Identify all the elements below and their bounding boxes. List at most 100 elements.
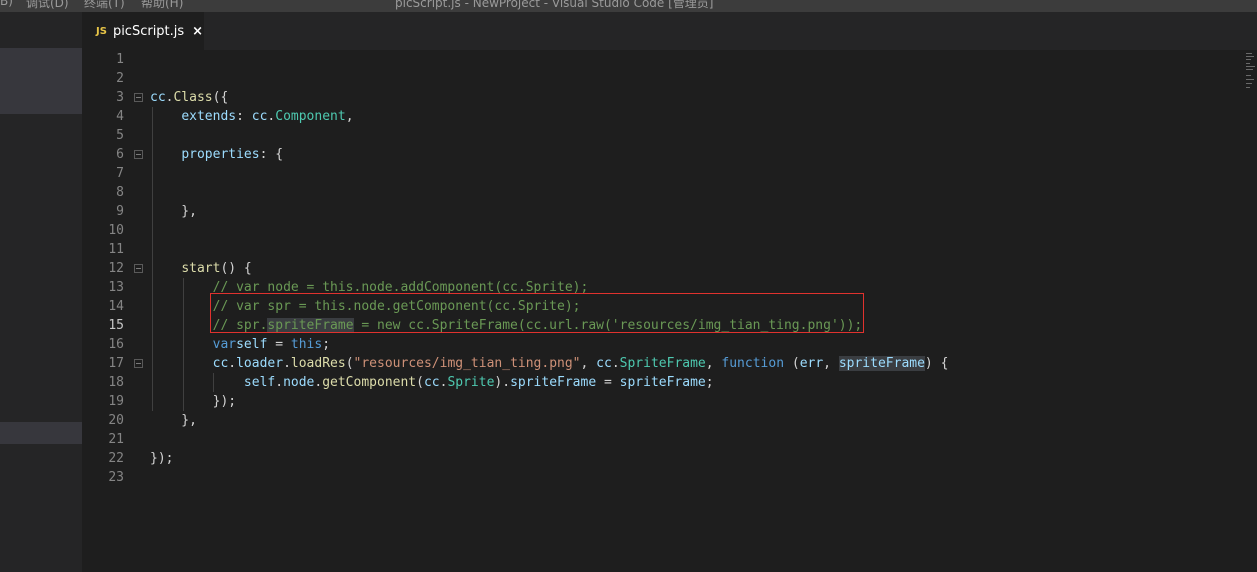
menu-item-run[interactable]: B) [0, 0, 13, 8]
fold-toggle-icon[interactable] [134, 359, 143, 368]
code-line[interactable] [150, 69, 948, 88]
code-token: getComponent [322, 375, 417, 390]
indent-guide [213, 373, 214, 392]
code-token: , [705, 356, 722, 371]
code-token: SpriteFrame [619, 356, 706, 371]
code-area[interactable]: cc.Class({ extends: cc.Component, proper… [150, 50, 948, 487]
js-file-icon: JS [96, 25, 107, 37]
code-token: . [611, 356, 620, 371]
fold-toggle-icon[interactable] [134, 150, 143, 159]
line-number: 8 [116, 185, 124, 200]
code-line[interactable] [150, 126, 948, 145]
line-number: 20 [108, 413, 124, 428]
code-token: loader [236, 356, 284, 371]
code-token: start [181, 261, 221, 276]
fold-toggle-icon[interactable] [134, 264, 143, 273]
line-number: 17 [108, 356, 124, 371]
code-line[interactable] [150, 468, 948, 487]
code-line[interactable]: cc.loader.loadRes("resources/img_tian_ti… [150, 354, 948, 373]
code-token: cc [596, 356, 612, 371]
code-token: Sprite [447, 375, 495, 390]
code-token: . [283, 356, 291, 371]
line-number: 13 [108, 280, 124, 295]
code-token: = [267, 337, 291, 352]
menu-item-terminal[interactable]: 终端(T) [84, 0, 125, 11]
sidebar-selected-item[interactable] [0, 48, 82, 114]
code-token: spriteFrame [838, 356, 925, 371]
line-number-gutter: 1 2 3 4 5 6 7 8 9 10 11 12 13 14 15 16 17 18 19 20 21 22 23 [82, 50, 143, 487]
code-line[interactable]: cc.Class({ [150, 88, 948, 107]
code-token: Class [173, 90, 213, 105]
code-token: () { [220, 261, 252, 276]
code-line[interactable]: }); [150, 392, 948, 411]
sidebar [0, 12, 82, 572]
code-editor[interactable]: 1 2 3 4 5 6 7 8 9 10 11 12 13 14 15 16 17 18 19 20 21 22 23 cc… [82, 50, 1257, 572]
code-line[interactable] [150, 430, 948, 449]
code-token: loadRes [290, 356, 346, 371]
code-token: err [799, 356, 824, 371]
code-line[interactable] [150, 164, 948, 183]
code-line[interactable]: self.node.getComponent(cc.Sprite).sprite… [150, 373, 948, 392]
line-number: 9 [116, 204, 124, 219]
line-number: 21 [108, 432, 124, 447]
sidebar-hover-item[interactable] [0, 422, 82, 444]
code-token: }, [150, 204, 197, 219]
code-token: cc [251, 109, 268, 124]
line-number: 22 [108, 451, 124, 466]
code-line[interactable]: }, [150, 202, 948, 221]
code-token: , [580, 356, 597, 371]
code-token: : { [259, 147, 284, 162]
code-token: var [212, 337, 237, 352]
tab-picscript[interactable]: JS picScript.js × [82, 12, 204, 50]
code-token: ) { [924, 356, 949, 371]
line-number: 16 [108, 337, 124, 352]
code-token: }); [150, 451, 174, 466]
code-line[interactable] [150, 50, 948, 69]
line-number: 5 [116, 128, 124, 143]
minimap[interactable] [1243, 50, 1257, 130]
window-title: picScript.js - NewProject - Visual Studi… [395, 0, 714, 10]
code-token: cc [212, 356, 229, 371]
code-line[interactable]: properties: { [150, 145, 948, 164]
line-number: 19 [108, 394, 124, 409]
title-bar: B) 调试(D) 终端(T) 帮助(H) picScript.js - NewP… [0, 0, 1257, 12]
code-token: properties [181, 147, 260, 162]
line-number: 15 [108, 318, 124, 333]
code-token: }); [150, 394, 237, 409]
code-token: ; [705, 375, 714, 390]
tab-label: picScript.js [112, 23, 185, 39]
indent-guide [183, 278, 184, 411]
code-line[interactable]: start() { [150, 259, 948, 278]
highlight-box [210, 293, 864, 333]
line-number: 11 [108, 242, 124, 257]
code-line[interactable] [150, 183, 948, 202]
code-token: ; [322, 337, 331, 352]
code-line[interactable]: extends: cc.Component, [150, 107, 948, 126]
code-token: cc [150, 90, 166, 105]
line-number: 7 [116, 166, 124, 181]
code-line[interactable] [150, 221, 948, 240]
code-line[interactable]: }, [150, 411, 948, 430]
code-line[interactable]: varself = this; [150, 335, 948, 354]
code-line[interactable] [150, 240, 948, 259]
menu-item-help[interactable]: 帮助(H) [141, 0, 183, 11]
code-line[interactable]: }); [150, 449, 948, 468]
line-number: 1 [116, 52, 124, 67]
code-token: cc [423, 375, 440, 390]
menu-item-debug[interactable]: 调试(D) [26, 0, 69, 11]
close-icon[interactable]: × [192, 24, 203, 39]
code-token: spriteFrame [619, 375, 706, 390]
code-token: ( [784, 356, 800, 371]
line-number: 3 [116, 90, 124, 105]
tab-bar: JS picScript.js × [82, 12, 1257, 50]
fold-toggle-icon[interactable] [134, 93, 143, 102]
line-number: 12 [108, 261, 124, 276]
code-token: spriteFrame [510, 375, 597, 390]
